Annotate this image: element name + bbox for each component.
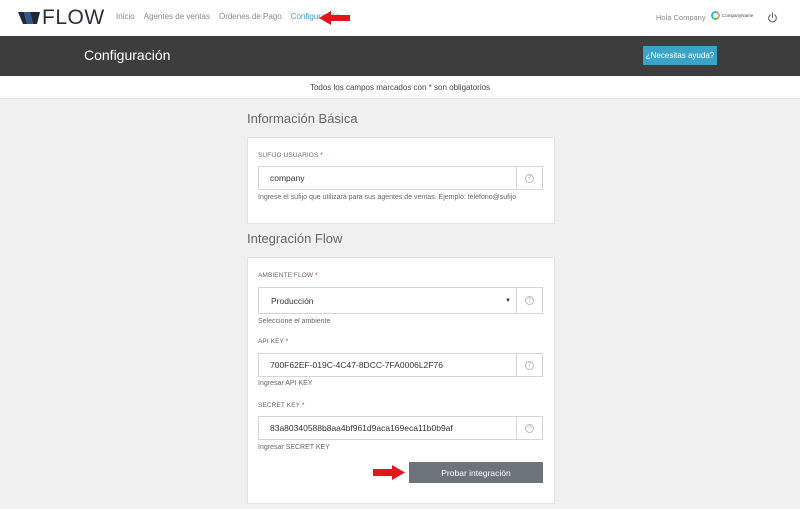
secret-key-label-text: SECRET KEY	[258, 402, 300, 409]
question-icon: ?	[525, 296, 534, 305]
nav-item-ordenes[interactable]: Órdenes de Pago	[219, 12, 282, 21]
api-key-input[interactable]: 700F62EF-019C-4C47-8DCC-7FA0006L2F76	[259, 354, 516, 376]
help-button[interactable]: ¿Necesitas ayuda?	[643, 46, 717, 65]
ambiente-select-group: Producción ▼ ?	[258, 287, 543, 314]
section-title-basic: Información Básica	[247, 111, 358, 126]
ambiente-label: AMBIENTE FLOW *	[258, 272, 318, 279]
ambiente-required-mark: *	[315, 272, 318, 279]
notice-bar: Todos los campos marcados con * son obli…	[0, 76, 800, 99]
secret-key-input[interactable]: 83a80340588b8aa4bf961d9aca169eca11b0b9af	[259, 417, 516, 439]
nav-item-inicio[interactable]: Inicio	[116, 12, 135, 21]
annotation-arrow-icon	[373, 465, 405, 480]
required-fields-notice: Todos los campos marcados con * son obli…	[309, 83, 491, 92]
flow-logo[interactable]: FLOW	[18, 6, 105, 29]
section-title-integration: Integración Flow	[247, 231, 343, 246]
api-key-help-addon[interactable]: ?	[516, 354, 542, 376]
flow-logo-icon	[18, 12, 40, 24]
nav-item-agentes[interactable]: Agentes de ventas	[144, 12, 210, 21]
ambiente-select[interactable]: Producción	[259, 288, 505, 313]
ambiente-help-text: Seleccione el ambiente	[258, 318, 331, 325]
api-key-input-group: 700F62EF-019C-4C47-8DCC-7FA0006L2F76 ?	[258, 353, 543, 377]
main-nav: Inicio Agentes de ventas Órdenes de Pago…	[116, 12, 340, 21]
question-icon: ?	[525, 173, 534, 183]
top-navbar: FLOW Inicio Agentes de ventas Órdenes de…	[0, 0, 800, 36]
sufijo-help-addon[interactable]: ?	[516, 167, 542, 189]
sufijo-required-mark: *	[320, 152, 323, 159]
secret-key-required-mark: *	[301, 402, 305, 409]
logo-text: FLOW	[42, 6, 105, 29]
sufijo-label-text: SUFIJO USUARIOS	[258, 152, 319, 159]
company-logo: CompanyName	[711, 11, 753, 20]
caret-down-icon[interactable]: ▼	[505, 288, 511, 313]
ambiente-help-addon[interactable]: ?	[516, 288, 542, 313]
secret-key-help-addon[interactable]: ?	[516, 417, 542, 439]
secret-key-input-group: 83a80340588b8aa4bf961d9aca169eca11b0b9af…	[258, 416, 543, 440]
company-logo-icon	[711, 11, 720, 20]
page-header: Configuración ¿Necesitas ayuda?	[0, 36, 800, 76]
question-icon: ?	[525, 423, 534, 433]
sufijo-input[interactable]: company	[259, 167, 516, 189]
api-key-help-text: Ingresar API KEY	[258, 380, 313, 387]
secret-key-help-text: Ingresar SECRET KEY	[258, 444, 330, 451]
user-greeting: Hola Company	[656, 13, 706, 22]
api-key-label: API KEY *	[258, 338, 288, 345]
company-logo-text: CompanyName	[722, 13, 754, 18]
page-title: Configuración	[84, 47, 171, 63]
sufijo-input-group: company ?	[258, 166, 543, 190]
power-icon[interactable]	[767, 12, 778, 23]
test-integration-button[interactable]: Probar integración	[409, 462, 543, 483]
api-key-label-text: API KEY	[258, 338, 284, 345]
annotation-arrow-icon	[319, 11, 350, 25]
question-icon: ?	[525, 360, 534, 370]
secret-key-label: SECRET KEY *	[258, 402, 305, 409]
sufijo-label: SUFIJO USUARIOS *	[258, 152, 323, 159]
sufijo-help-text: Ingrese el sufijo que utilizará para sus…	[258, 194, 517, 201]
api-key-required-mark: *	[285, 338, 289, 345]
ambiente-label-text: AMBIENTE FLOW	[258, 272, 314, 279]
